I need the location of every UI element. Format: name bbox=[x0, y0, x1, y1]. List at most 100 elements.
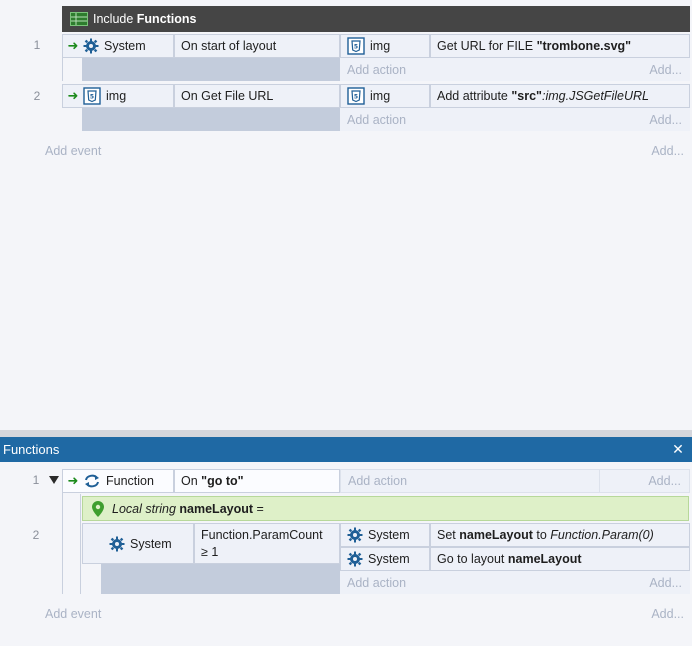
include-sheet-name: Functions bbox=[136, 12, 197, 26]
add-event-link[interactable]: Add event bbox=[45, 141, 101, 161]
collapse-toggle-icon[interactable] bbox=[48, 474, 60, 486]
add-event-link[interactable]: Add event bbox=[45, 604, 101, 624]
event-1-action-object[interactable]: 5 img bbox=[340, 34, 430, 58]
event-1-trigger-object[interactable]: ➜ System bbox=[62, 34, 174, 58]
panel-title: Functions bbox=[3, 442, 60, 457]
action-prefix: Get URL for FILE bbox=[437, 39, 537, 53]
condition-prefix: On bbox=[181, 474, 202, 488]
add-more-link[interactable]: Add... bbox=[600, 571, 690, 594]
add-more-link[interactable]: Add... bbox=[620, 141, 684, 161]
function-name: "go to" bbox=[201, 474, 244, 488]
add-action-label: Add action bbox=[348, 474, 408, 488]
add-more-label: Add... bbox=[649, 112, 682, 127]
action-variable: nameLayout bbox=[459, 528, 533, 542]
tree-guide-line bbox=[62, 490, 63, 594]
add-more-label: Add... bbox=[651, 607, 684, 621]
event-number: 2 bbox=[33, 89, 41, 103]
add-more-label: Add... bbox=[651, 144, 684, 158]
gear-icon bbox=[109, 536, 125, 552]
add-more-link[interactable]: Add... bbox=[600, 108, 690, 131]
event-2-action-object[interactable]: 5 img bbox=[340, 84, 430, 108]
function-event-condition[interactable]: On "go to" bbox=[174, 469, 340, 493]
gear-icon bbox=[83, 38, 99, 54]
event-2-condition[interactable]: On Get File URL bbox=[174, 84, 340, 108]
trigger-arrow-icon: ➜ bbox=[67, 88, 79, 103]
add-more-label: Add... bbox=[649, 62, 682, 77]
action-expression: Function.Param(0) bbox=[550, 528, 654, 542]
add-more-link[interactable]: Add... bbox=[620, 604, 684, 624]
object-name: Function bbox=[106, 474, 154, 488]
svg-text:5: 5 bbox=[354, 44, 358, 51]
object-name: System bbox=[130, 536, 172, 551]
add-event-label: Add event bbox=[45, 607, 102, 621]
html5-icon: 5 bbox=[83, 87, 101, 105]
functions-panel-header: Functions bbox=[0, 437, 692, 462]
condition-text: On start of layout bbox=[181, 39, 277, 53]
action-object-name: img bbox=[370, 39, 391, 53]
html5-icon: 5 bbox=[347, 37, 365, 55]
function-loop-icon bbox=[83, 473, 101, 489]
gear-icon bbox=[347, 527, 363, 543]
sub-event-object[interactable]: System bbox=[82, 523, 194, 564]
add-action-link[interactable]: Add action bbox=[340, 58, 600, 81]
event-1-condition-area[interactable] bbox=[82, 58, 340, 81]
event-1-condition[interactable]: On start of layout bbox=[174, 34, 340, 58]
close-icon[interactable]: ✕ bbox=[668, 439, 688, 460]
action-prefix: Go to layout bbox=[437, 552, 508, 566]
variable-assign: = bbox=[253, 501, 264, 516]
action-object-name: System bbox=[368, 552, 410, 566]
action-object-name: img bbox=[370, 89, 391, 103]
event-number: 2 bbox=[32, 528, 40, 542]
sub-event-action-object[interactable]: System bbox=[340, 523, 430, 547]
action-object-name: System bbox=[368, 528, 410, 542]
add-action-link[interactable]: Add action bbox=[340, 108, 600, 131]
variable-name: nameLayout bbox=[179, 501, 254, 516]
action-variable: nameLayout bbox=[507, 552, 582, 566]
sub-event-condition[interactable]: Function.ParamCount ≥ 1 bbox=[194, 523, 340, 564]
sub-event-condition-area[interactable] bbox=[101, 564, 340, 594]
add-more-link[interactable]: Add... bbox=[600, 58, 690, 81]
condition-expression: Function.ParamCount bbox=[201, 527, 323, 542]
trigger-arrow-icon: ➜ bbox=[67, 38, 79, 53]
add-action-link[interactable]: Add action bbox=[340, 469, 600, 493]
action-prefix: Add attribute bbox=[437, 89, 512, 103]
add-more-link[interactable]: Add... bbox=[600, 469, 690, 493]
variable-type: Local string bbox=[112, 501, 180, 516]
tree-guide-line bbox=[80, 494, 81, 594]
sub-event-action-object[interactable]: System bbox=[340, 547, 430, 571]
condition-comparison: ≥ 1 bbox=[201, 544, 219, 559]
trigger-arrow-icon: ➜ bbox=[67, 473, 79, 488]
include-prefix: Include bbox=[93, 12, 137, 26]
object-name: System bbox=[104, 39, 146, 53]
add-more-label: Add... bbox=[648, 474, 681, 488]
event-2-trigger-object[interactable]: ➜ 5 img bbox=[62, 84, 174, 108]
add-action-label: Add action bbox=[347, 112, 407, 127]
add-more-label: Add... bbox=[649, 575, 682, 590]
event-number: 1 bbox=[32, 473, 40, 487]
sub-event-action[interactable]: Set nameLayout to Function.Param(0) bbox=[430, 523, 690, 547]
html5-icon: 5 bbox=[347, 87, 365, 105]
svg-text:5: 5 bbox=[90, 94, 94, 101]
svg-text:5: 5 bbox=[354, 94, 358, 101]
sub-event-action[interactable]: Go to layout nameLayout bbox=[430, 547, 690, 571]
action-param: "src" bbox=[511, 89, 542, 103]
location-pin-icon bbox=[92, 500, 104, 517]
event-2-condition-area[interactable] bbox=[82, 108, 340, 131]
event-2-action[interactable]: Add attribute "src" :img.JSGetFileURL bbox=[430, 84, 690, 108]
add-event-label: Add event bbox=[45, 144, 102, 158]
event-1-action[interactable]: Get URL for FILE "trombone.svg" bbox=[430, 34, 690, 58]
action-param: "trombone.svg" bbox=[536, 39, 632, 53]
condition-text: On Get File URL bbox=[181, 89, 274, 103]
action-prefix: Set bbox=[437, 528, 460, 542]
add-action-link[interactable]: Add action bbox=[340, 571, 600, 594]
action-expression: :img.JSGetFileURL bbox=[541, 89, 649, 103]
gear-icon bbox=[347, 551, 363, 567]
local-variable-row[interactable]: Local string nameLayout = bbox=[82, 496, 689, 521]
event-number: 1 bbox=[33, 38, 41, 52]
action-mid: to bbox=[532, 528, 551, 542]
panel-splitter[interactable] bbox=[0, 430, 692, 437]
add-action-label: Add action bbox=[347, 62, 407, 77]
object-name: img bbox=[106, 89, 127, 103]
function-event-trigger-object[interactable]: ➜ Function bbox=[62, 469, 174, 493]
include-functions-row[interactable]: Include Functions bbox=[62, 6, 690, 32]
